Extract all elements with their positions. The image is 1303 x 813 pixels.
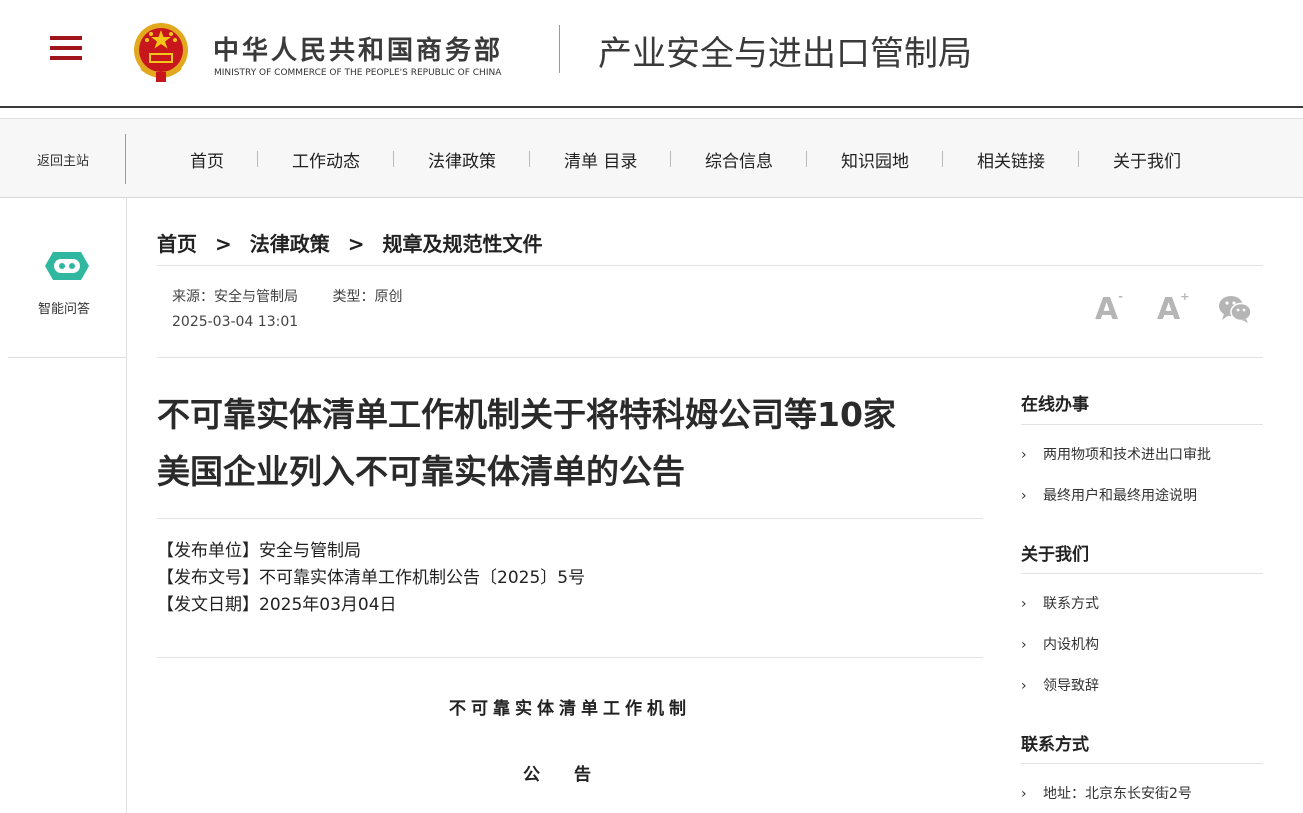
- divider: [1021, 573, 1263, 574]
- nav-item-work-news[interactable]: 工作动态: [292, 147, 360, 172]
- chevron-right-icon: ›: [1021, 596, 1027, 612]
- article-meta: 来源：安全与管制局 类型：原创: [172, 286, 402, 306]
- link-end-user-statement[interactable]: › 最终用户和最终用途说明: [1021, 485, 1197, 505]
- wechat-share-icon[interactable]: [1218, 294, 1252, 324]
- breadcrumb-separator: >: [347, 232, 365, 256]
- title-line: 不可靠实体清单工作机制关于将特科姆公司等10家: [157, 395, 896, 434]
- chevron-right-icon: ›: [1021, 786, 1027, 802]
- menu-icon[interactable]: [50, 36, 82, 64]
- sidebar-separator: [8, 357, 126, 358]
- contact-heading: 联系方式: [1021, 735, 1089, 755]
- nav-item-general-info[interactable]: 综合信息: [705, 147, 773, 172]
- sidebar-divider: [126, 198, 127, 813]
- nav-separator: [1078, 151, 1079, 167]
- robot-chat-icon[interactable]: [44, 250, 90, 282]
- link-dual-use-approval[interactable]: › 两用物项和技术进出口审批: [1021, 444, 1211, 464]
- breadcrumb-regulations[interactable]: 规章及规范性文件: [383, 232, 543, 256]
- source-text: 来源：安全与管制局: [172, 289, 298, 305]
- title-line: 美国企业列入不可靠实体清单的公告: [157, 452, 685, 491]
- link-contact[interactable]: › 联系方式: [1021, 593, 1099, 613]
- nav-separator: [806, 151, 807, 167]
- nav-item-related-links[interactable]: 相关链接: [977, 147, 1045, 172]
- nav-separator: [942, 151, 943, 167]
- ministry-name-cn: 中华人民共和国商务部: [213, 36, 504, 66]
- nav-item-lists[interactable]: 清单 目录: [564, 147, 637, 172]
- breadcrumb: 首页 > 法律政策 > 规章及规范性文件: [157, 228, 543, 257]
- ministry-name-en: MINISTRY OF COMMERCE OF THE PEOPLE'S REP…: [214, 68, 502, 78]
- about-us-heading: 关于我们: [1021, 545, 1089, 565]
- nav-divider: [125, 134, 126, 184]
- chevron-right-icon: ›: [1021, 447, 1027, 463]
- online-services-heading: 在线办事: [1021, 395, 1089, 415]
- nav-item-knowledge[interactable]: 知识园地: [841, 147, 909, 172]
- breadcrumb-law-policy[interactable]: 法律政策: [250, 232, 330, 256]
- link-leader-speech[interactable]: › 领导致辞: [1021, 675, 1099, 695]
- nav-separator: [257, 151, 258, 167]
- breadcrumb-home[interactable]: 首页: [157, 232, 197, 256]
- divider: [1021, 424, 1263, 425]
- font-smaller-button[interactable]: A-: [1095, 290, 1123, 327]
- nav-separator: [393, 151, 394, 167]
- nav-item-home[interactable]: 首页: [190, 147, 224, 172]
- header-divider: [559, 25, 560, 73]
- return-main-site-link[interactable]: 返回主站: [37, 150, 89, 169]
- notice-heading: 公 告: [523, 765, 591, 785]
- nav-item-about-us[interactable]: 关于我们: [1113, 147, 1181, 172]
- smart-qa-label[interactable]: 智能问答: [38, 298, 90, 317]
- national-emblem-logo: [134, 23, 188, 82]
- address-item: › 地址：北京东长安街2号: [1021, 786, 1192, 802]
- font-larger-button[interactable]: A+: [1157, 290, 1189, 327]
- divider: [157, 265, 1263, 266]
- issue-date-info: 【发文日期】2025年03月04日: [157, 595, 397, 615]
- article-title: 不可靠实体清单工作机制关于将特科姆公司等10家 美国企业列入不可靠实体清单的公告: [157, 386, 977, 500]
- publisher-info: 【发布单位】安全与管制局: [157, 541, 361, 561]
- chevron-right-icon: ›: [1021, 488, 1027, 504]
- link-departments[interactable]: › 内设机构: [1021, 634, 1099, 654]
- chevron-right-icon: ›: [1021, 637, 1027, 653]
- divider: [157, 518, 983, 519]
- chevron-right-icon: ›: [1021, 678, 1027, 694]
- nav-item-law-policy[interactable]: 法律政策: [428, 147, 496, 172]
- main-nav: 返回主站 首页 工作动态 法律政策 清单 目录 综合信息 知识园地 相关链接 关…: [0, 118, 1303, 198]
- publish-datetime: 2025-03-04 13:01: [172, 314, 299, 330]
- divider: [157, 657, 983, 658]
- site-header: 中华人民共和国商务部 MINISTRY OF COMMERCE OF THE P…: [0, 0, 1303, 108]
- nav-separator: [529, 151, 530, 167]
- document-number-info: 【发布文号】不可靠实体清单工作机制公告〔2025〕5号: [157, 568, 586, 588]
- issuing-body-heading: 不可靠实体清单工作机制: [449, 699, 691, 719]
- divider: [157, 357, 1263, 358]
- divider: [1021, 763, 1263, 764]
- bureau-name: 产业安全与进出口管制局: [598, 34, 972, 74]
- nav-separator: [670, 151, 671, 167]
- type-text: 类型：原创: [332, 289, 403, 305]
- breadcrumb-separator: >: [215, 232, 232, 256]
